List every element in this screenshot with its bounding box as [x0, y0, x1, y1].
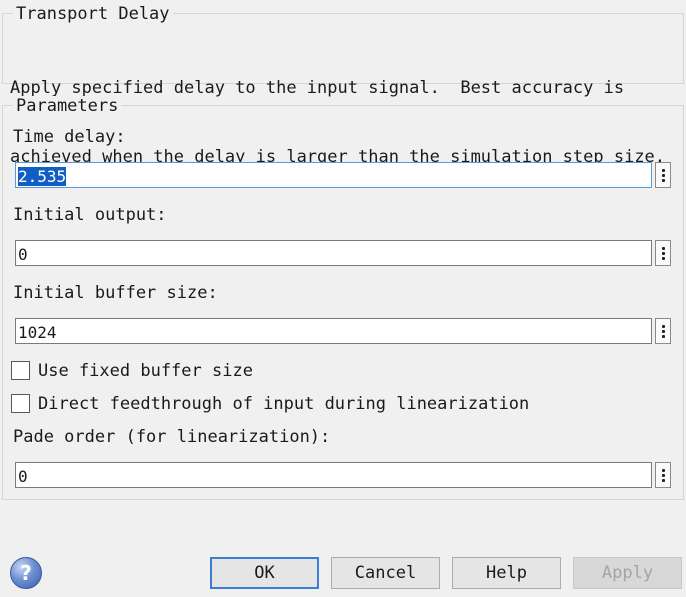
- initial-output-more-icon[interactable]: [655, 240, 671, 266]
- block-title: Transport Delay: [13, 4, 173, 24]
- time-delay-field[interactable]: 2.535: [15, 162, 652, 188]
- use-fixed-buffer-label: Use fixed buffer size: [38, 361, 253, 381]
- pade-order-more-icon[interactable]: [655, 462, 671, 488]
- pade-order-label: Pade order (for linearization):: [13, 427, 331, 447]
- direct-feedthrough-label: Direct feedthrough of input during linea…: [38, 394, 530, 414]
- parameters-title: Parameters: [13, 96, 122, 116]
- direct-feedthrough-checkbox[interactable]: [11, 394, 30, 413]
- initial-output-label: Initial output:: [13, 205, 167, 225]
- ok-button[interactable]: OK: [210, 557, 319, 589]
- help-icon[interactable]: ?: [10, 557, 42, 589]
- apply-button[interactable]: Apply: [573, 557, 682, 589]
- use-fixed-buffer-checkbox[interactable]: [11, 361, 30, 380]
- time-delay-more-icon[interactable]: [655, 162, 671, 188]
- initial-buffer-size-more-icon[interactable]: [655, 318, 671, 344]
- pade-order-value: 0: [18, 467, 28, 486]
- initial-buffer-size-value: 1024: [18, 323, 57, 342]
- pade-order-field[interactable]: 0: [15, 462, 652, 488]
- initial-buffer-size-label: Initial buffer size:: [13, 283, 218, 303]
- initial-output-field[interactable]: 0: [15, 240, 652, 266]
- time-delay-value: 2.535: [18, 167, 67, 186]
- cancel-button[interactable]: Cancel: [331, 557, 440, 589]
- time-delay-label: Time delay:: [13, 127, 126, 147]
- initial-output-value: 0: [18, 245, 28, 264]
- initial-buffer-size-field[interactable]: 1024: [15, 318, 652, 344]
- help-button[interactable]: Help: [452, 557, 561, 589]
